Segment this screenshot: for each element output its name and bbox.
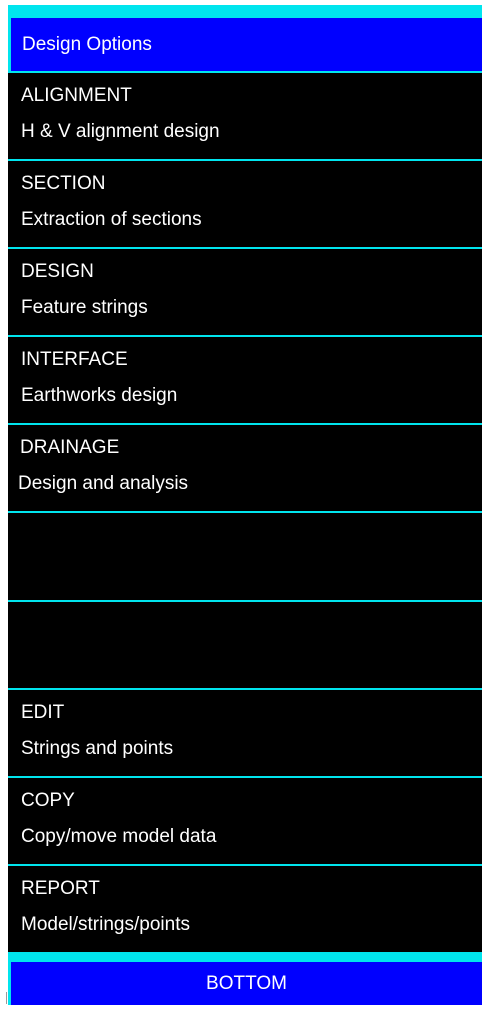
panel-title: Design Options <box>8 18 482 71</box>
option-description: Model/strings/points <box>21 914 190 935</box>
option-label: INTERFACE <box>21 349 128 370</box>
option-section[interactable]: SECTION Extraction of sections <box>8 161 482 247</box>
option-interface[interactable]: INTERFACE Earthworks design <box>8 337 482 423</box>
option-label: EDIT <box>21 702 65 723</box>
option-label: SECTION <box>21 173 106 194</box>
option-description: Design and analysis <box>18 473 189 494</box>
option-report[interactable]: REPORT Model/strings/points <box>8 866 482 952</box>
option-label: DRAINAGE <box>20 437 120 458</box>
option-description: H & V alignment design <box>21 121 220 142</box>
option-edit[interactable]: EDIT Strings and points <box>8 690 482 776</box>
option-copy[interactable]: COPY Copy/move model data <box>8 778 482 864</box>
option-empty-slot <box>8 602 482 688</box>
option-description: Strings and points <box>21 738 174 759</box>
option-drainage[interactable]: DRAINAGE Design and analysis <box>8 425 482 511</box>
option-description: Copy/move model data <box>21 826 217 847</box>
option-label: ALIGNMENT <box>21 85 132 106</box>
option-label: DESIGN <box>21 261 94 282</box>
option-alignment[interactable]: ALIGNMENT H & V alignment design <box>8 73 482 159</box>
edge-divider <box>6 992 7 1004</box>
option-empty-slot <box>8 513 482 600</box>
option-description: Earthworks design <box>21 385 178 406</box>
option-label: REPORT <box>21 878 100 899</box>
option-description: Feature strings <box>21 297 148 318</box>
option-label: COPY <box>21 790 75 811</box>
design-options-panel: Design Options ALIGNMENT H & V alignment… <box>8 5 482 1005</box>
option-description: Extraction of sections <box>21 209 202 230</box>
bottom-button[interactable]: BOTTOM <box>8 962 482 1005</box>
option-design[interactable]: DESIGN Feature strings <box>8 249 482 335</box>
